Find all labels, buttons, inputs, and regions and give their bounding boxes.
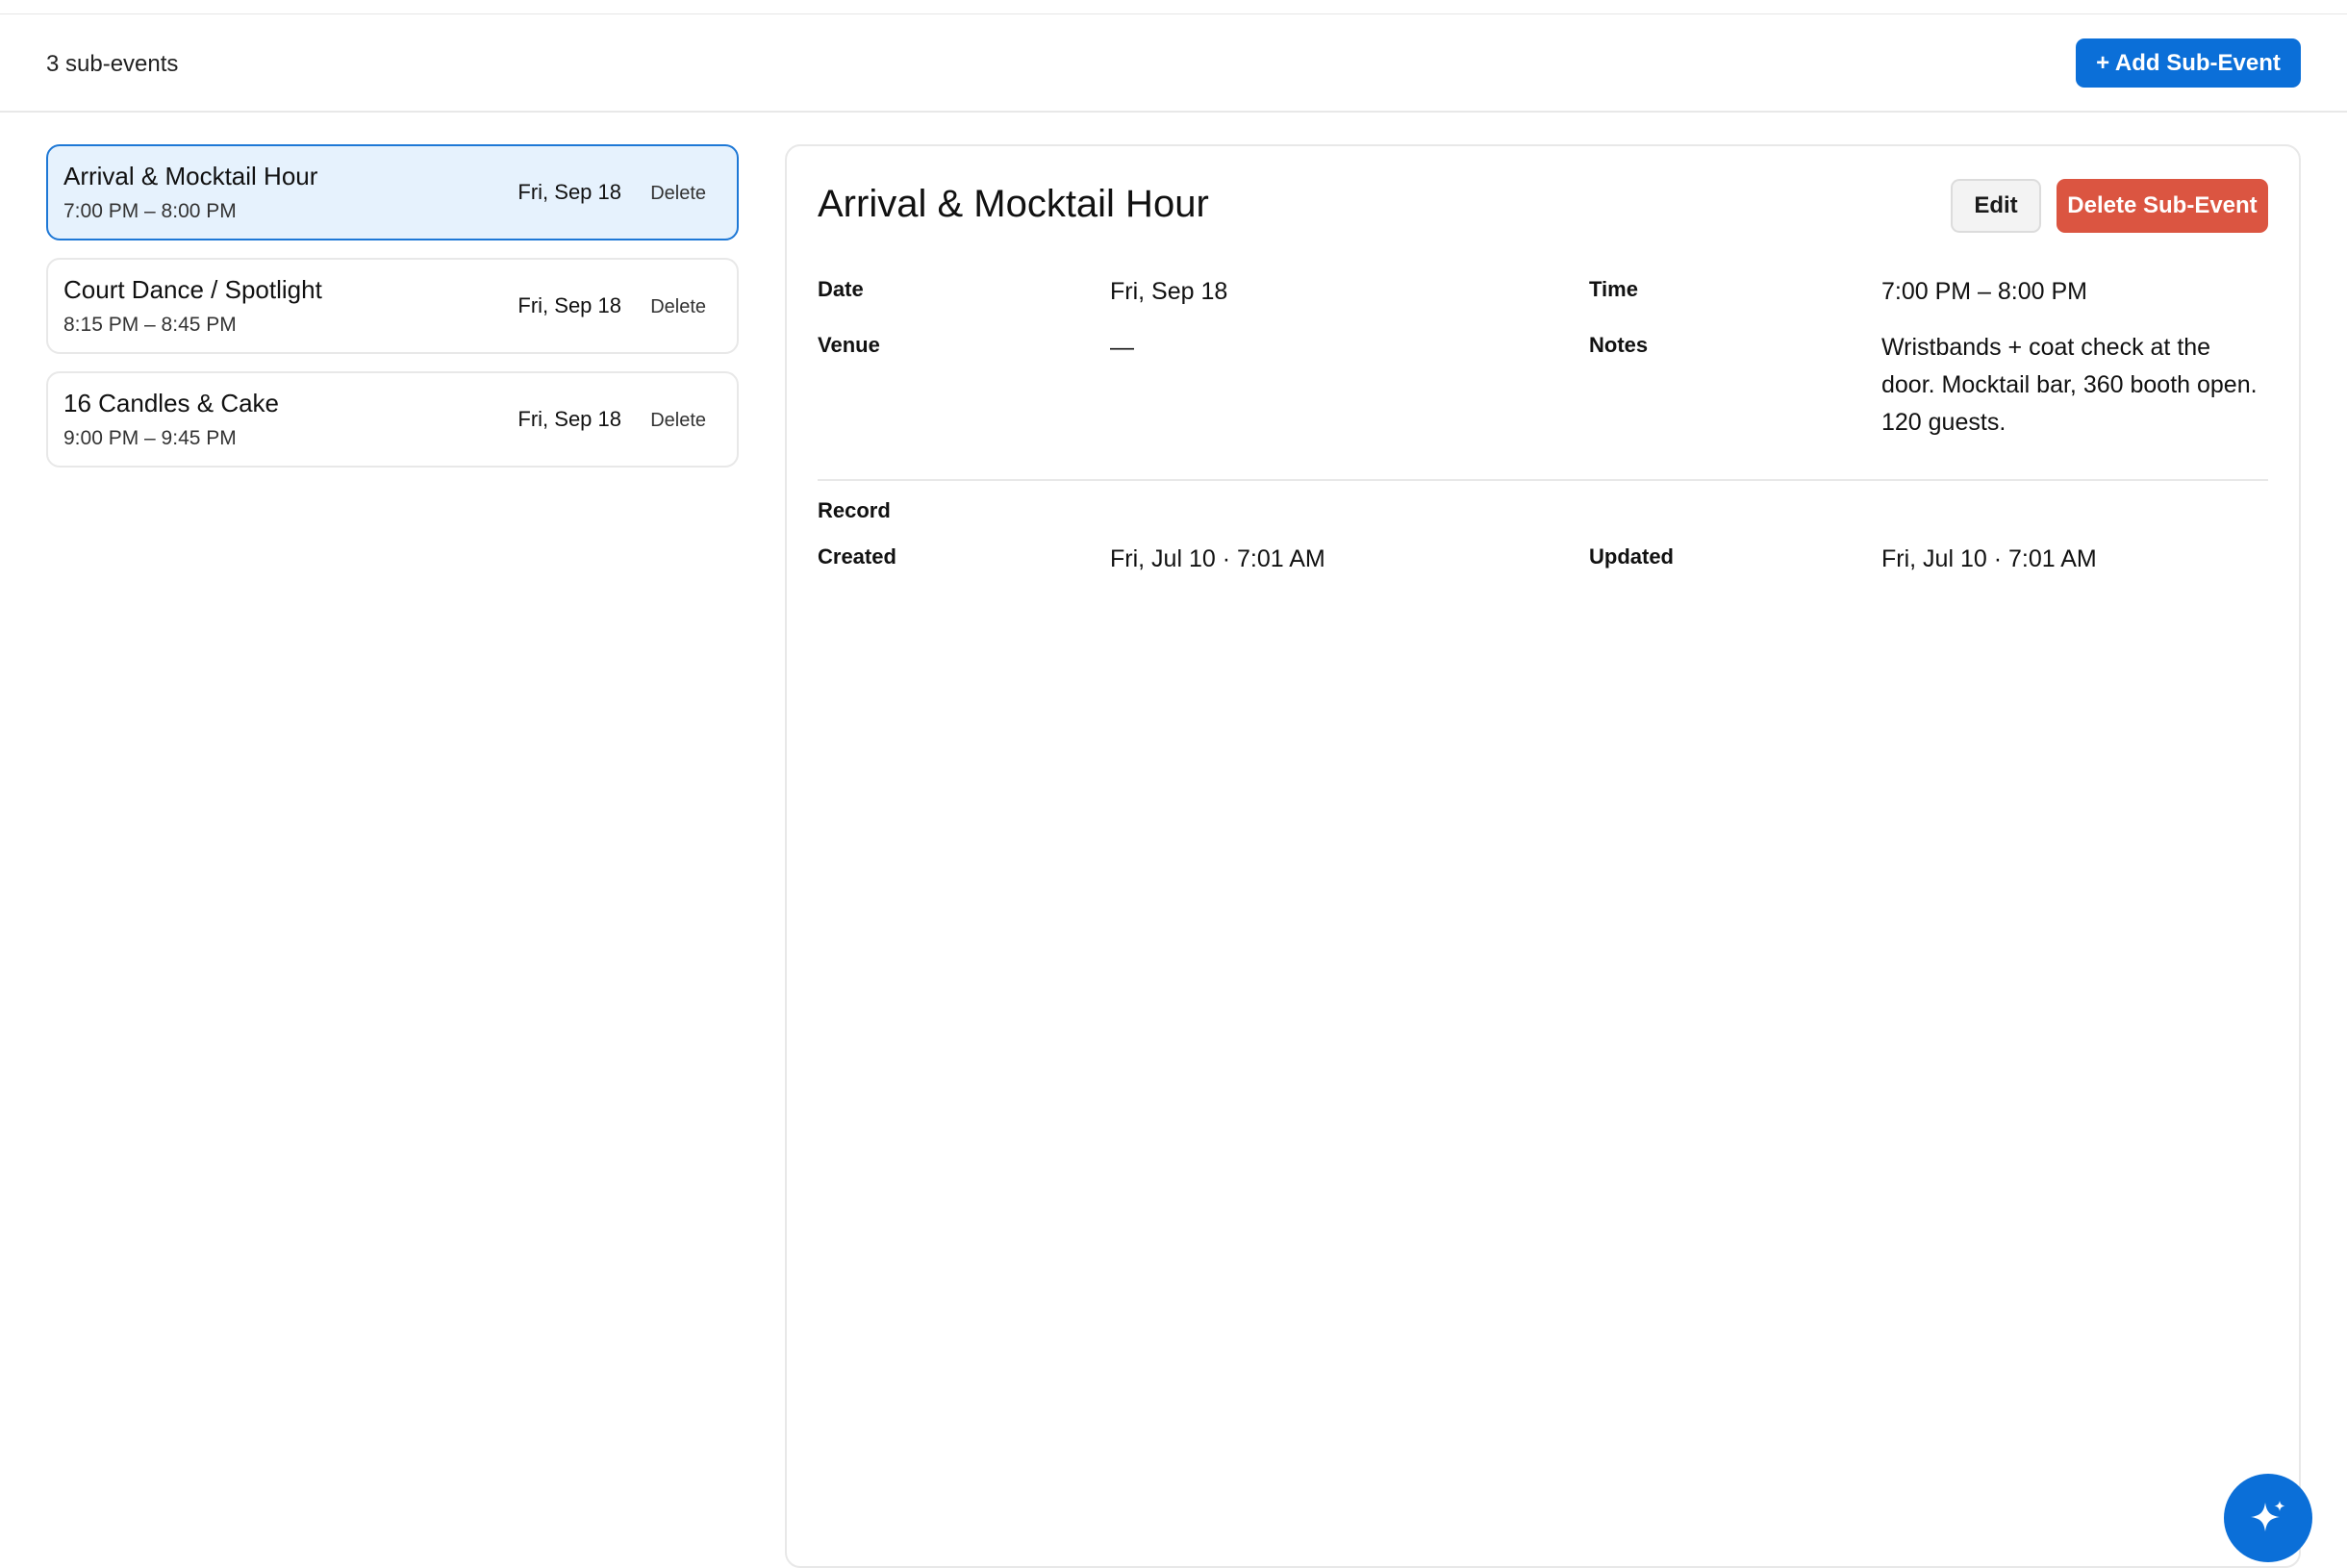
created-value: Fri, Jul 10 · 7:01 AM: [1110, 545, 1325, 572]
add-sub-event-button[interactable]: + Add Sub-Event: [2076, 38, 2301, 88]
venue-label: Venue: [818, 333, 880, 357]
delete-item-button[interactable]: Delete: [650, 179, 706, 209]
notes-label: Notes: [1589, 333, 1649, 357]
sparkle-icon: [2251, 1501, 2285, 1531]
sub-event-date: Fri, Sep 18: [517, 407, 621, 431]
delete-item-button[interactable]: Delete: [650, 292, 706, 322]
sub-event-detail-panel: Arrival & Mocktail Hour Edit Delete Sub-…: [785, 144, 2301, 1568]
date-label: Date: [818, 277, 864, 301]
sub-event-time: 8:15 PM – 8:45 PM: [63, 314, 237, 336]
date-value: Fri, Sep 18: [1110, 278, 1228, 305]
time-label: Time: [1589, 277, 1638, 301]
delete-item-button[interactable]: Delete: [650, 406, 706, 436]
edit-button[interactable]: Edit: [1951, 179, 2041, 233]
record-heading: Record: [818, 498, 891, 522]
created-label: Created: [818, 544, 896, 569]
sub-event-title: Court Dance / Spotlight: [63, 275, 322, 304]
sub-event-item[interactable]: 16 Candles & Cake 9:00 PM – 9:45 PM Fri,…: [46, 371, 739, 468]
sub-event-item[interactable]: Court Dance / Spotlight 8:15 PM – 8:45 P…: [46, 258, 739, 354]
ai-assistant-button[interactable]: [2224, 1474, 2312, 1562]
sub-event-title: 16 Candles & Cake: [63, 389, 280, 417]
venue-value: —: [1110, 334, 1134, 361]
updated-value: Fri, Jul 10 · 7:01 AM: [1881, 545, 2097, 572]
sub-event-count: 3 sub-events: [46, 51, 179, 77]
delete-sub-event-button[interactable]: Delete Sub-Event: [2057, 179, 2268, 233]
sub-event-date: Fri, Sep 18: [517, 293, 621, 317]
section-divider: [818, 479, 2268, 481]
time-value: 7:00 PM – 8:00 PM: [1881, 278, 2088, 305]
toolbar: 3 sub-events + Add Sub-Event: [0, 14, 2347, 113]
sub-event-time: 9:00 PM – 9:45 PM: [63, 427, 237, 449]
sub-event-item[interactable]: Arrival & Mocktail Hour 7:00 PM – 8:00 P…: [46, 144, 739, 240]
updated-label: Updated: [1589, 544, 1674, 569]
notes-value: Wristbands + coat check at the door. Moc…: [1881, 334, 2258, 436]
detail-title: Arrival & Mocktail Hour: [818, 183, 1209, 225]
sub-event-title: Arrival & Mocktail Hour: [63, 162, 318, 190]
sub-event-date: Fri, Sep 18: [517, 180, 621, 204]
sub-event-list: Arrival & Mocktail Hour 7:00 PM – 8:00 P…: [46, 144, 739, 485]
sub-event-time: 7:00 PM – 8:00 PM: [63, 200, 237, 222]
